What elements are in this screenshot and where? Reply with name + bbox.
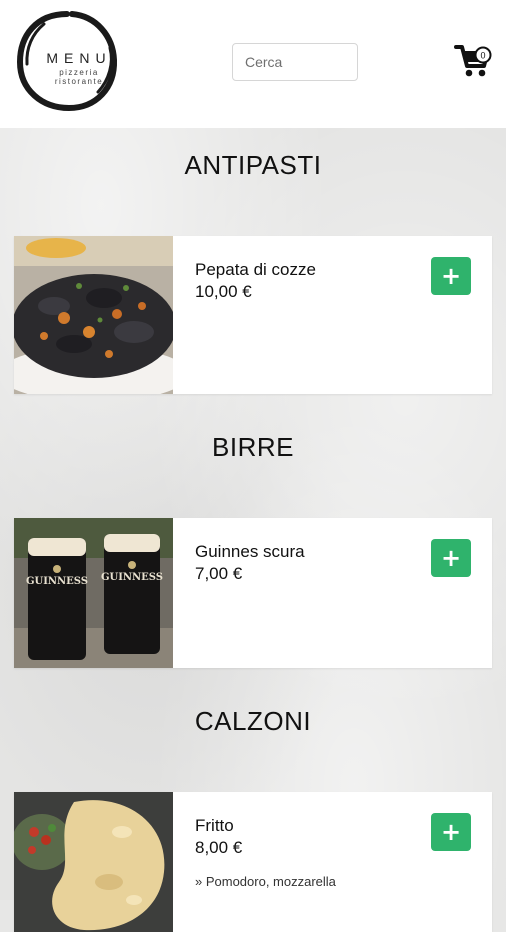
menu-item-card: GUINNESS GUINNESS Guinnes scura 7,00 € + — [14, 518, 492, 668]
logo-word: MENU — [46, 50, 112, 66]
section-title-calzoni: CALZONI — [194, 706, 312, 736]
logo-subtitle-1: pizzeria — [59, 68, 99, 77]
add-to-cart-button[interactable]: + — [431, 813, 471, 851]
item-price: 10,00 € — [195, 282, 252, 301]
item-name: Guinnes scura — [195, 542, 305, 561]
add-to-cart-button[interactable]: + — [431, 539, 471, 577]
section-title-antipasti: ANTIPASTI — [184, 150, 322, 180]
menu-content: ANTIPASTI Pepata di cozze 10,00 € + BIRR… — [0, 128, 506, 932]
app-header: MENU pizzeria ristorante 0 — [0, 0, 506, 128]
item-price: 7,00 € — [195, 564, 243, 583]
item-image-guinness: GUINNESS GUINNESS — [14, 518, 173, 668]
menu-item-card: Pepata di cozze 10,00 € + — [14, 236, 492, 394]
guinness-glass-label: GUINNESS — [101, 572, 163, 583]
guinness-glass-label: GUINNESS — [26, 576, 88, 587]
section-title-birre: BIRRE — [212, 432, 294, 462]
cart-icon: 0 — [454, 45, 492, 77]
cart-button[interactable]: 0 — [454, 42, 494, 80]
item-price: 8,00 € — [195, 838, 243, 857]
cart-count-badge: 0 — [480, 51, 485, 61]
add-to-cart-button[interactable]: + — [431, 257, 471, 295]
brand-logo[interactable]: MENU pizzeria ristorante — [14, 8, 120, 114]
logo-subtitle-2: ristorante — [54, 77, 104, 86]
item-image-calzone — [14, 792, 173, 932]
item-description: » Pomodoro, mozzarella — [195, 874, 336, 889]
menu-item-card: Fritto 8,00 € » Pomodoro, mozzarella + — [14, 792, 492, 932]
item-name: Fritto — [195, 816, 234, 835]
item-image-mussels — [14, 236, 173, 394]
search-input[interactable] — [232, 43, 358, 81]
item-name: Pepata di cozze — [195, 260, 316, 279]
